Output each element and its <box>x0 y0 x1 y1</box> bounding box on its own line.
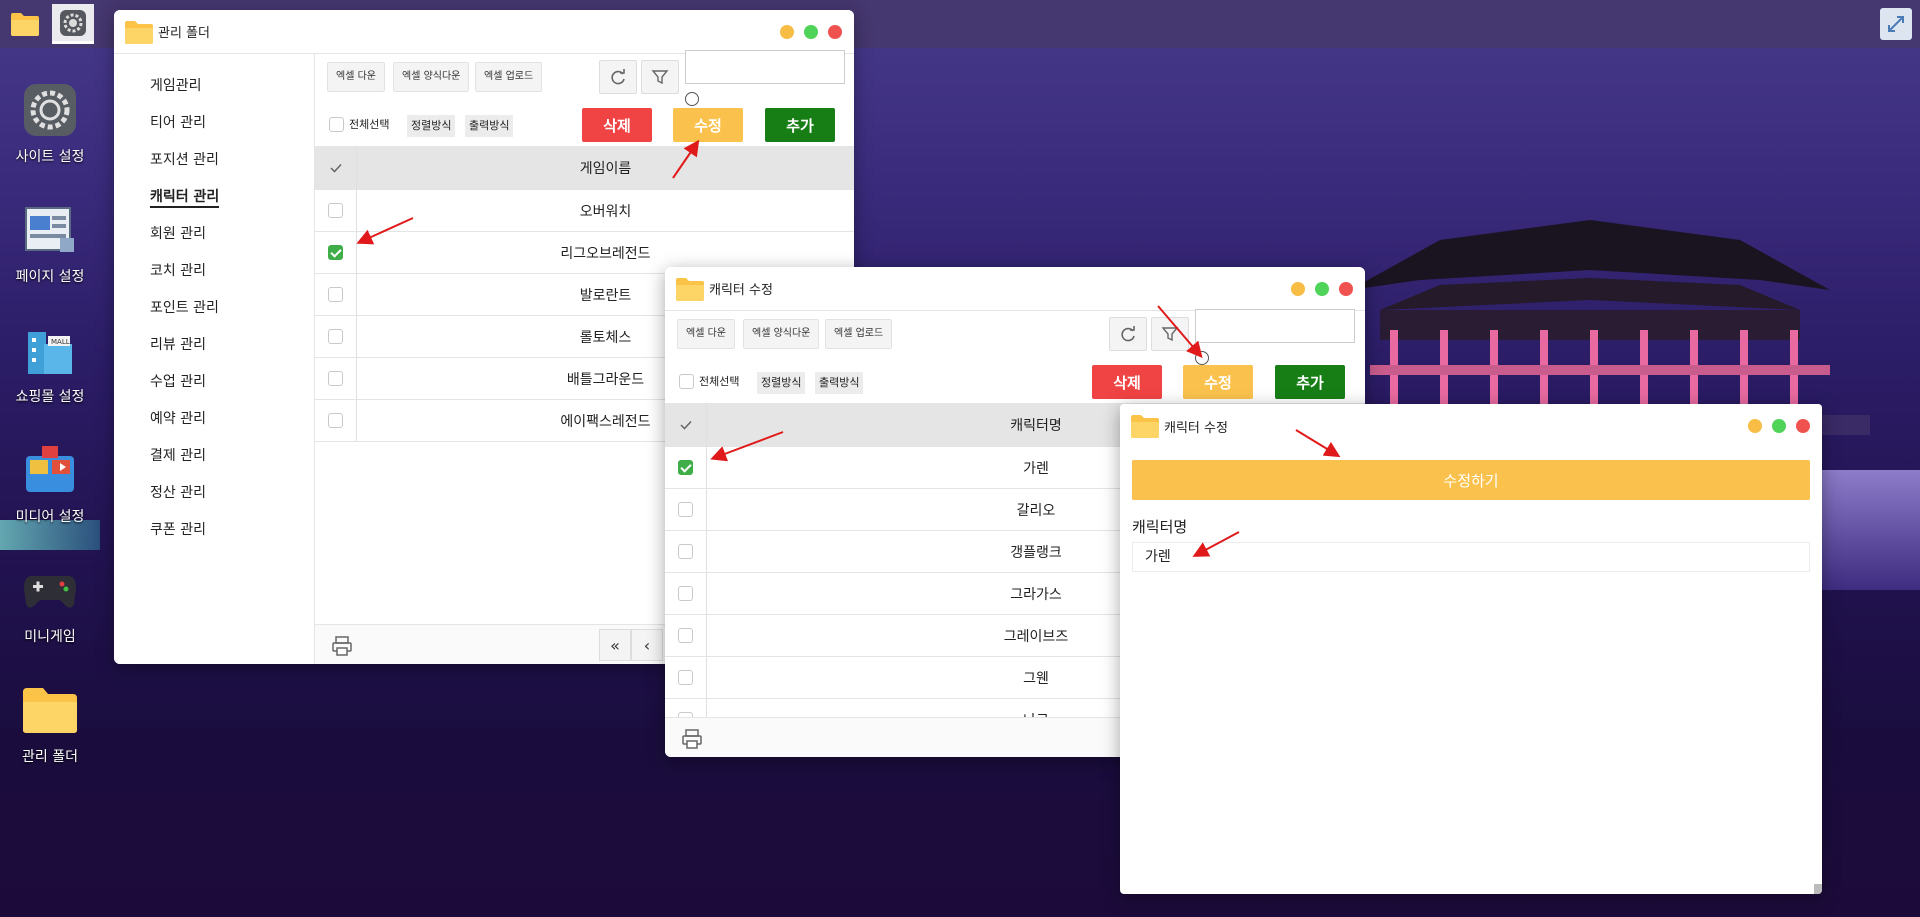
arrow-to-name-input <box>1192 531 1240 557</box>
arrow-to-checkbox-2 <box>710 431 784 462</box>
arrow-to-submit-button <box>1295 429 1341 458</box>
annotation-arrows <box>356 139 1341 557</box>
arrow-to-checkbox-1 <box>356 217 414 245</box>
arrow-to-edit-button-2 <box>1157 305 1203 359</box>
arrow-to-edit-button-1 <box>672 139 700 179</box>
